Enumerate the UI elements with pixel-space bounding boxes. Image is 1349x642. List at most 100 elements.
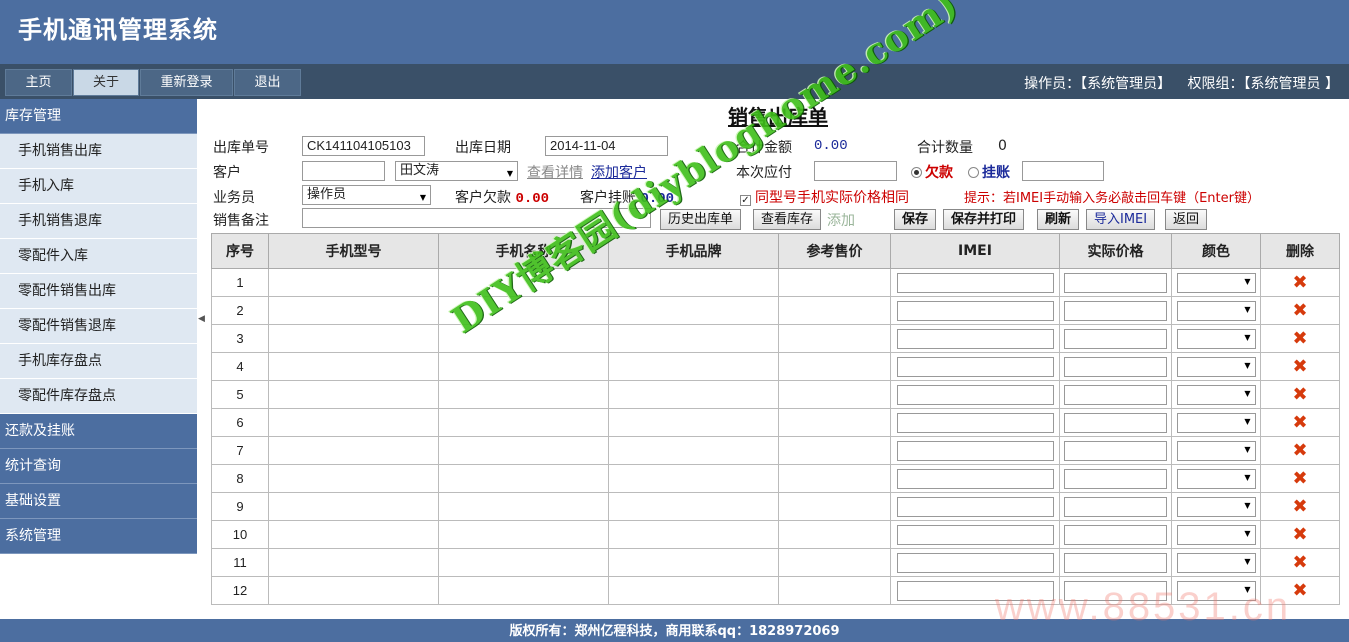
sidebar-item-parts-sale-out[interactable]: 零配件销售出库 (0, 274, 197, 309)
actual-price-input[interactable] (1064, 468, 1167, 489)
color-select[interactable] (1176, 272, 1256, 293)
sidebar-item-phone-stocktake[interactable]: 手机库存盘点 (0, 344, 197, 379)
color-select[interactable] (1176, 384, 1256, 405)
actual-price-input[interactable] (1064, 496, 1167, 517)
same-price-checkbox[interactable]: ✓ (740, 195, 751, 206)
same-price-option[interactable]: ✓ 同型号手机实际价格相同 (740, 187, 909, 207)
refresh-button[interactable]: 刷新 (1037, 209, 1080, 230)
imei-input[interactable] (896, 272, 1054, 293)
delete-row-icon[interactable]: ✖ (1292, 580, 1307, 601)
sidebar-item-phone-in[interactable]: 手机入库 (0, 169, 197, 204)
credit-radio[interactable] (968, 167, 979, 178)
payable-input[interactable] (814, 161, 897, 181)
delete-row-icon[interactable]: ✖ (1292, 468, 1307, 489)
row-color (1171, 520, 1261, 549)
row-name (438, 520, 609, 549)
imei-input[interactable] (896, 412, 1054, 433)
row-model (268, 464, 439, 493)
actual-price-input[interactable] (1064, 524, 1167, 545)
menu-relogin-button[interactable]: 重新登录 (140, 69, 233, 96)
imei-input[interactable] (896, 468, 1054, 489)
menu-logout-button[interactable]: 退出 (234, 69, 301, 96)
imei-input[interactable] (896, 552, 1054, 573)
color-select[interactable] (1176, 328, 1256, 349)
credit-radio-option[interactable]: 挂账 (968, 162, 1010, 182)
color-select[interactable] (1176, 524, 1256, 545)
sidebar-group-repayment[interactable]: 还款及挂账 (0, 414, 197, 449)
debt-radio[interactable] (911, 167, 922, 178)
sidebar-group-inventory[interactable]: 库存管理 (0, 99, 197, 134)
sidebar-group-basic-settings[interactable]: 基础设置 (0, 484, 197, 519)
sidebar-item-phone-sale-return[interactable]: 手机销售退库 (0, 204, 197, 239)
color-select[interactable] (1176, 496, 1256, 517)
color-select[interactable] (1176, 552, 1256, 573)
debt-radio-option[interactable]: 欠款 (911, 162, 953, 182)
delete-row-icon[interactable]: ✖ (1292, 496, 1307, 517)
row-ref-price (778, 520, 891, 549)
back-button[interactable]: 返回 (1165, 209, 1208, 230)
imei-input[interactable] (896, 524, 1054, 545)
delete-row-icon[interactable]: ✖ (1292, 440, 1307, 461)
actual-price-input[interactable] (1064, 440, 1167, 461)
actual-price-input[interactable] (1064, 580, 1167, 601)
sidebar-item-parts-sale-return[interactable]: 零配件销售退库 (0, 309, 197, 344)
delete-row-icon[interactable]: ✖ (1292, 384, 1307, 405)
imei-input[interactable] (896, 440, 1054, 461)
sidebar-group-statistics[interactable]: 统计查询 (0, 449, 197, 484)
customer-search-input[interactable] (302, 161, 385, 181)
payable-label: 本次应付 (736, 165, 792, 181)
import-imei-button[interactable]: 导入IMEI (1086, 209, 1156, 230)
delete-row-icon[interactable]: ✖ (1292, 524, 1307, 545)
actual-price-input[interactable] (1064, 300, 1167, 321)
save-print-button[interactable]: 保存并打印 (943, 209, 1025, 230)
imei-input[interactable] (896, 328, 1054, 349)
delete-row-icon[interactable]: ✖ (1292, 328, 1307, 349)
salesperson-select[interactable]: 操作员 (302, 185, 431, 207)
view-detail-link[interactable]: 查看详情 (527, 162, 583, 182)
delete-row-icon[interactable]: ✖ (1292, 412, 1307, 433)
color-select[interactable] (1176, 356, 1256, 377)
color-select[interactable] (1176, 440, 1256, 461)
sidebar-group-system[interactable]: 系统管理 (0, 519, 197, 554)
view-stock-button[interactable]: 查看库存 (753, 209, 822, 230)
color-select[interactable] (1176, 580, 1256, 601)
history-orders-button[interactable]: 历史出库单 (660, 209, 742, 230)
sidebar-item-parts-stocktake[interactable]: 零配件库存盘点 (0, 379, 197, 414)
total-amount-value: 0.00 (814, 138, 848, 154)
customer-select[interactable]: 田文涛 (395, 161, 518, 183)
color-select[interactable] (1176, 412, 1256, 433)
sidebar-item-phone-sale-out[interactable]: 手机销售出库 (0, 134, 197, 169)
imei-input[interactable] (896, 384, 1054, 405)
actual-price-input[interactable] (1064, 552, 1167, 573)
color-select[interactable] (1176, 468, 1256, 489)
row-name (438, 436, 609, 465)
actual-price-input[interactable] (1064, 412, 1167, 433)
imei-input[interactable] (896, 496, 1054, 517)
menu-home-button[interactable]: 主页 (5, 69, 72, 96)
add-customer-link[interactable]: 添加客户 (591, 162, 647, 182)
imei-input[interactable] (896, 300, 1054, 321)
sidebar-collapse-icon[interactable]: ◀ (198, 312, 206, 326)
row-imei (890, 436, 1060, 465)
add-row-link[interactable]: 添加 (827, 210, 855, 230)
delete-row-icon[interactable]: ✖ (1292, 300, 1307, 321)
radio-amount-input[interactable] (1022, 161, 1104, 181)
imei-input[interactable] (896, 580, 1054, 601)
row-color (1171, 380, 1261, 409)
actual-price-input[interactable] (1064, 328, 1167, 349)
delete-row-icon[interactable]: ✖ (1292, 272, 1307, 293)
remark-input[interactable] (302, 208, 651, 228)
date-field[interactable]: 2014-11-04 (545, 136, 668, 156)
menu-about-button[interactable]: 关于 (73, 69, 139, 96)
imei-input[interactable] (896, 356, 1054, 377)
color-select[interactable] (1176, 300, 1256, 321)
delete-row-icon[interactable]: ✖ (1292, 356, 1307, 377)
actual-price-input[interactable] (1064, 272, 1167, 293)
actual-price-input[interactable] (1064, 384, 1167, 405)
actual-price-input[interactable] (1064, 356, 1167, 377)
sidebar-item-parts-in[interactable]: 零配件入库 (0, 239, 197, 274)
row-delete: ✖ (1260, 380, 1340, 409)
delete-row-icon[interactable]: ✖ (1292, 552, 1307, 573)
order-no-field[interactable]: CK141104105103 (302, 136, 425, 156)
save-button[interactable]: 保存 (894, 209, 937, 230)
